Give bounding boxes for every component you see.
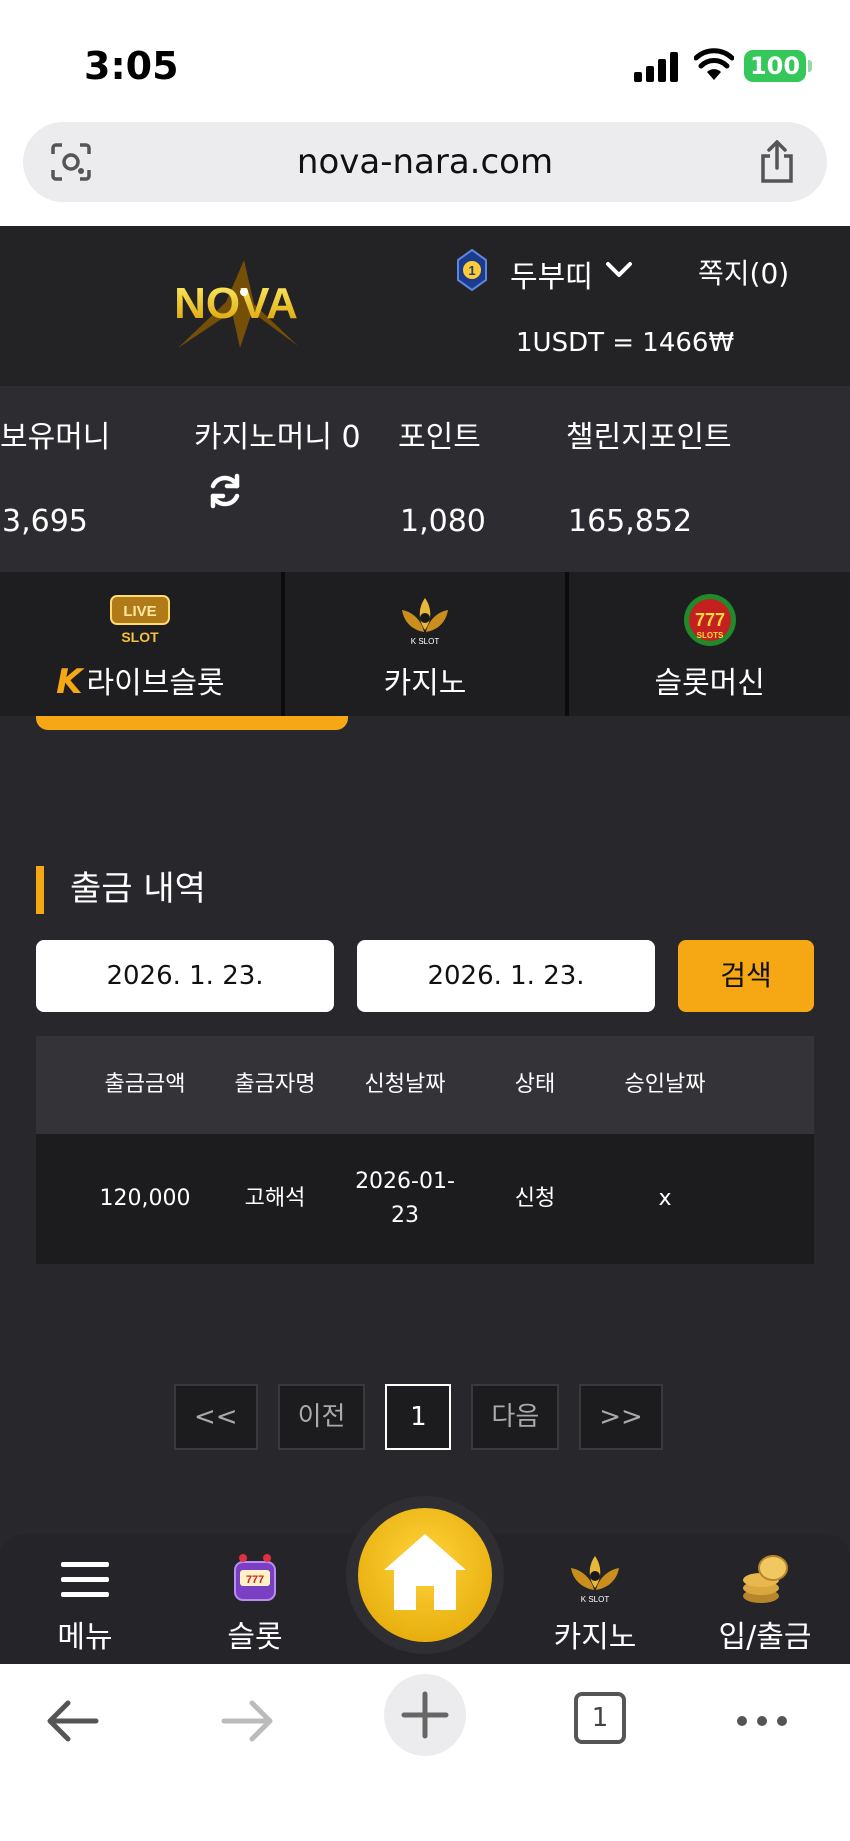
- col-amount: 출금금액: [104, 1072, 186, 1097]
- point-value: 1,080: [400, 504, 486, 539]
- tab-slot-machine-label: 슬롯머신: [654, 666, 765, 701]
- end-date-input[interactable]: 2026. 1. 23.: [357, 940, 655, 1012]
- k-brand-mark: K: [56, 662, 83, 702]
- nav-casino-label: 카지노: [553, 1620, 637, 1655]
- game-tabs: LIVE SLOT K 라이브슬롯 K SLOT 카지노 777 SLOTS 슬롯…: [0, 572, 850, 716]
- plus-icon: [401, 1691, 449, 1739]
- col-approval-date: 승인날짜: [624, 1072, 706, 1097]
- home-icon: [384, 1534, 466, 1610]
- svg-text:LIVE: LIVE: [124, 603, 157, 620]
- nav-slot[interactable]: 777 슬롯: [195, 1552, 315, 1656]
- live-slot-icon: LIVE SLOT: [110, 595, 171, 645]
- status-time: 3:05: [84, 44, 179, 88]
- tab-switcher-button[interactable]: 1: [574, 1692, 626, 1744]
- coins-icon: [743, 1555, 788, 1603]
- nav-deposit-label: 입/출금: [718, 1620, 812, 1655]
- cell-status: 신청: [514, 1186, 556, 1211]
- messages-link[interactable]: 쪽지(0): [698, 252, 789, 292]
- start-date-input[interactable]: 2026. 1. 23.: [36, 940, 334, 1012]
- nav-menu-label: 메뉴: [57, 1620, 113, 1655]
- forward-arrow-icon[interactable]: [218, 1694, 278, 1748]
- cell-amount: 120,000: [99, 1186, 191, 1211]
- col-request-date: 신청날짜: [364, 1072, 446, 1097]
- back-arrow-icon[interactable]: [42, 1694, 102, 1748]
- svg-text:K SLOT: K SLOT: [411, 637, 440, 646]
- wifi-icon: [694, 48, 734, 80]
- cellular-signal-icon: [634, 52, 678, 82]
- chevron-down-icon[interactable]: [604, 258, 634, 282]
- page-first-button[interactable]: <<: [174, 1384, 258, 1450]
- search-button[interactable]: 검색: [678, 940, 814, 1012]
- page-current-button[interactable]: 1: [385, 1384, 452, 1450]
- 777-slots-icon: 777 SLOTS: [683, 594, 736, 646]
- svg-text:SLOT: SLOT: [122, 629, 160, 645]
- withdraw-table: 출금금액 출금자명 신청날짜 상태 승인날짜 120,000 고해석 2026-…: [36, 1036, 814, 1264]
- nav-deposit-withdraw[interactable]: 입/출금: [705, 1552, 825, 1656]
- svg-text:SLOTS: SLOTS: [696, 631, 723, 640]
- held-money-value: 3,695: [2, 504, 88, 539]
- share-icon[interactable]: [757, 140, 797, 184]
- slot-machine-icon: 777: [234, 1554, 276, 1601]
- nav-casino[interactable]: K SLOT 카지노: [535, 1552, 655, 1656]
- browser-address-area: nova-nara.com: [0, 120, 850, 226]
- page-prev-button[interactable]: 이전: [277, 1384, 366, 1450]
- page-last-button[interactable]: >>: [579, 1384, 663, 1450]
- nova-logo[interactable]: NOVA: [148, 256, 324, 352]
- more-options-icon[interactable]: [732, 1694, 792, 1748]
- svg-text:K SLOT: K SLOT: [581, 1595, 610, 1604]
- active-tab-indicator: [36, 716, 348, 730]
- username[interactable]: 두부띠: [510, 252, 593, 296]
- pagination: << 이전 1 다음 >>: [174, 1384, 663, 1450]
- address-bar[interactable]: nova-nara.com: [23, 122, 827, 202]
- col-name: 출금자명: [234, 1072, 316, 1097]
- site-header: NOVA 1 두부띠 쪽지(0) 1USDT = 1466₩: [0, 226, 850, 386]
- cell-name: 고해석: [244, 1186, 306, 1211]
- hamburger-menu-icon: [61, 1562, 109, 1597]
- tab-casino[interactable]: K SLOT 카지노: [285, 572, 570, 716]
- section-title: 출금 내역: [36, 866, 206, 914]
- tab-live-slot-label: 라이브슬롯: [86, 666, 225, 701]
- tab-casino-label: 카지노: [383, 666, 467, 701]
- nav-slot-label: 슬롯: [227, 1620, 283, 1655]
- svg-text:777: 777: [246, 1574, 264, 1586]
- tab-slot-machine[interactable]: 777 SLOTS 슬롯머신: [569, 572, 850, 716]
- home-button[interactable]: [358, 1508, 492, 1642]
- challenge-point-value: 165,852: [568, 504, 693, 539]
- cell-request-date: 2026-01- 23: [355, 1169, 455, 1228]
- cell-approval-date: x: [658, 1186, 672, 1211]
- challenge-point-label: 챌린지포인트: [566, 420, 732, 455]
- k-slot-lotus-icon: K SLOT: [402, 598, 448, 646]
- held-money-label: 보유머니: [0, 420, 111, 455]
- balance-panel: 보유머니 3,695 카지노머니 0 포인트 1,080 챌린지포인트 165,…: [0, 386, 850, 572]
- refresh-icon[interactable]: [206, 472, 244, 510]
- col-status: 상태: [514, 1072, 556, 1097]
- url-text[interactable]: nova-nara.com: [23, 142, 827, 182]
- rank-badge-icon: 1: [457, 248, 487, 292]
- page-next-button[interactable]: 다음: [471, 1384, 560, 1450]
- point-label: 포인트: [398, 420, 481, 455]
- table-header: 출금금액 출금자명 신청날짜 상태 승인날짜: [36, 1036, 814, 1134]
- tab-live-slot[interactable]: LIVE SLOT K 라이브슬롯: [0, 572, 285, 716]
- status-bar: 3:05 100: [0, 0, 850, 120]
- svg-text:1: 1: [468, 263, 475, 278]
- nav-menu[interactable]: 메뉴: [25, 1552, 145, 1656]
- exchange-rate: 1USDT = 1466₩: [516, 328, 735, 358]
- logo-text: NOVA: [174, 279, 298, 328]
- k-slot-lotus-icon: K SLOT: [571, 1556, 619, 1604]
- svg-text:777: 777: [695, 610, 725, 630]
- table-row: 120,000 고해석 2026-01- 23 신청 x: [36, 1134, 814, 1264]
- browser-toolbar: 1: [0, 1664, 850, 1841]
- casino-money-label: 카지노머니 0: [194, 420, 361, 455]
- battery-indicator: 100: [744, 50, 812, 82]
- new-tab-button[interactable]: [384, 1674, 466, 1756]
